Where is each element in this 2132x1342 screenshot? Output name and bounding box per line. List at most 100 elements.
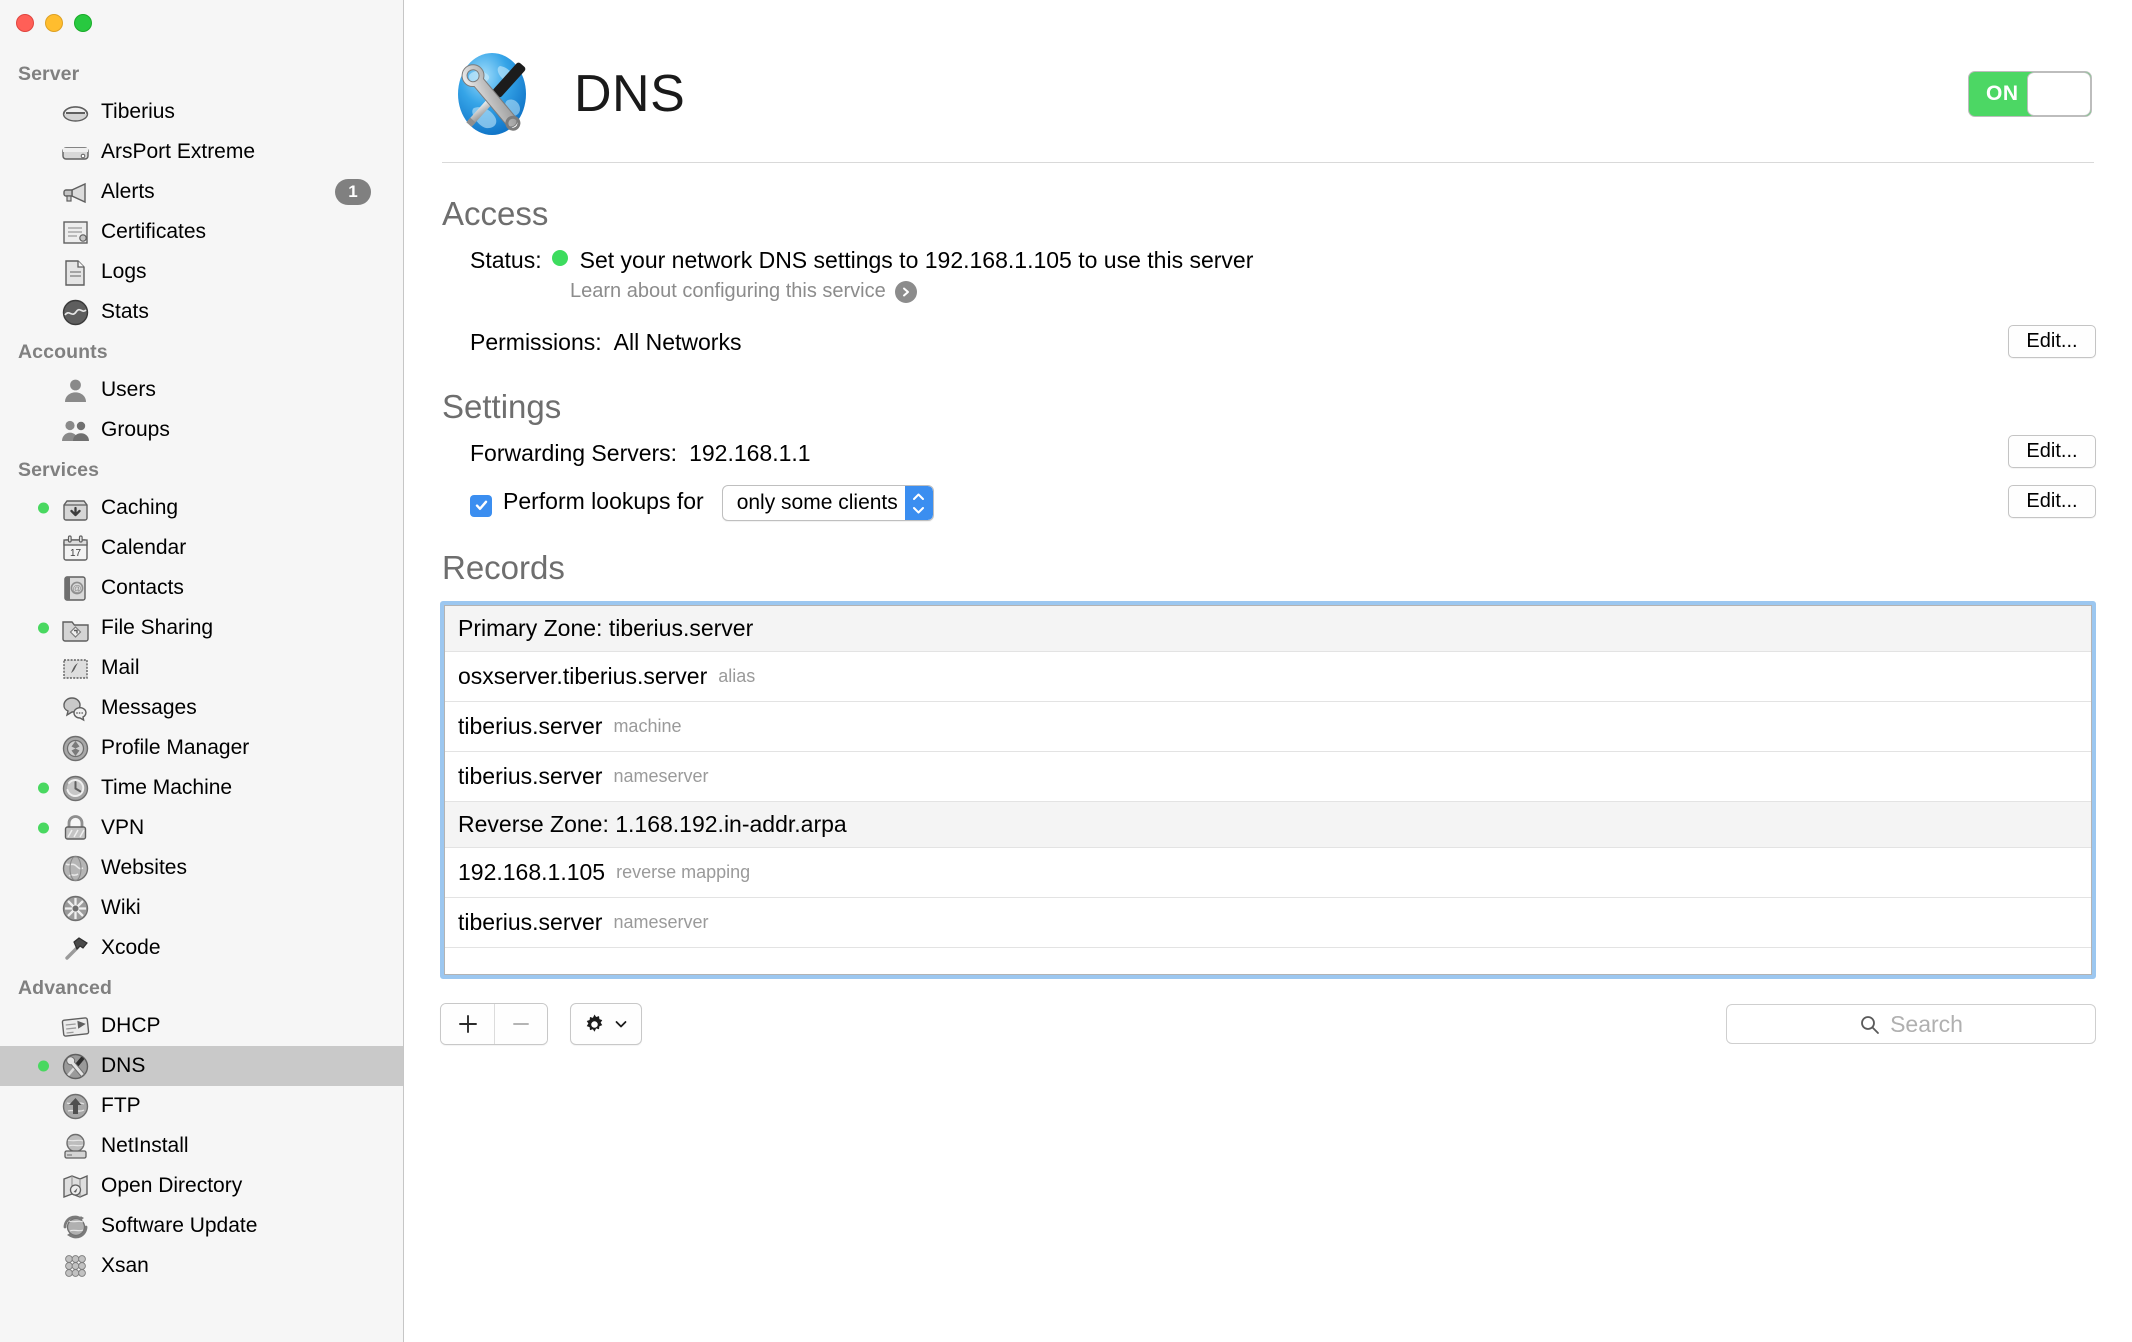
xsan-icon — [60, 1251, 91, 1282]
sidebar-item-tiberius[interactable]: Tiberius — [0, 92, 403, 132]
sidebar-item-label: FTP — [101, 1094, 141, 1117]
records-action-menu-button[interactable] — [570, 1003, 642, 1045]
zoom-button[interactable] — [74, 14, 92, 32]
sidebar-item-label: Logs — [101, 260, 147, 283]
toggle-state-label: ON — [1986, 82, 2019, 105]
perform-lookups-select[interactable]: only some clients — [721, 485, 934, 521]
gear-icon — [586, 1014, 603, 1032]
sidebar-item-profile-manager[interactable]: Profile Manager — [0, 728, 403, 768]
close-button[interactable] — [16, 14, 34, 32]
search-icon — [1861, 1015, 1879, 1034]
main-content: DNS ON Access Status: Set your network D… — [404, 0, 2132, 1342]
record-name: tiberius.server — [458, 763, 603, 789]
sidebar-item-certificates[interactable]: Certificates — [0, 212, 403, 252]
settings-section-title: Settings — [442, 388, 562, 425]
access-section-title: Access — [442, 195, 549, 232]
open-directory-icon — [60, 1171, 91, 1202]
sidebar-item-websites[interactable]: Websites — [0, 848, 403, 888]
calendar-icon: 17 — [60, 533, 91, 564]
sidebar-item-label: Certificates — [101, 220, 207, 243]
sidebar-group-title-server: Server — [18, 63, 80, 85]
records-table-row[interactable]: tiberius.server nameserver — [445, 752, 2091, 802]
status-row: Status: Set your network DNS settings to… — [440, 247, 2096, 274]
service-on-off-toggle[interactable]: ON — [1968, 71, 2092, 117]
profile-manager-icon — [60, 733, 91, 764]
forwarding-servers-value: 192.168.1.1 — [689, 440, 811, 466]
sidebar-item-groups[interactable]: Groups — [0, 410, 403, 450]
sidebar-item-file-sharing[interactable]: File Sharing — [0, 608, 403, 648]
netinstall-icon — [60, 1131, 91, 1162]
messages-icon — [60, 693, 91, 724]
sidebar-item-label: Open Directory — [101, 1174, 243, 1197]
sidebar-item-open-directory[interactable]: Open Directory — [0, 1166, 403, 1206]
records-toolbar: Search — [440, 1003, 2096, 1045]
sidebar-item-dhcp[interactable]: DHCP — [0, 1006, 403, 1046]
sidebar-item-logs[interactable]: Logs — [0, 252, 403, 292]
permissions-edit-button[interactable]: Edit... — [2008, 325, 2096, 358]
record-type: reverse mapping — [616, 862, 751, 882]
perform-lookups-checkbox[interactable] — [470, 494, 492, 517]
service-running-dot — [38, 502, 49, 514]
sidebar-item-software-update[interactable]: Software Update — [0, 1206, 403, 1246]
sidebar-item-contacts[interactable]: @ Contacts — [0, 568, 403, 608]
dns-globe-tools-icon — [448, 48, 540, 140]
sidebar-item-netinstall[interactable]: NetInstall — [0, 1126, 403, 1166]
learn-more-link[interactable]: Learn about configuring this service — [570, 280, 2096, 303]
add-remove-segmented-control — [440, 1003, 548, 1045]
minimize-button[interactable] — [45, 14, 63, 32]
records-zone-header-row[interactable]: Reverse Zone: 1.168.192.in-addr.arpa — [445, 802, 2091, 848]
sidebar-nav: Server Tiberius ArsPort Extreme Alerts 1 Cert… — [0, 0, 403, 1286]
caching-icon — [60, 493, 91, 524]
arrow-right-icon — [894, 280, 917, 303]
sidebar-item-calendar[interactable]: 17 Calendar — [0, 528, 403, 568]
records-table-row[interactable] — [445, 948, 2091, 974]
wiki-icon — [60, 893, 91, 924]
sidebar-item-vpn[interactable]: VPN — [0, 808, 403, 848]
sidebar-item-xsan[interactable]: Xsan — [0, 1246, 403, 1286]
perform-lookups-edit-button[interactable]: Edit... — [2008, 485, 2096, 518]
records-table-row[interactable]: tiberius.server nameserver — [445, 898, 2091, 948]
remove-record-button[interactable] — [494, 1004, 547, 1044]
sidebar-item-messages[interactable]: Messages — [0, 688, 403, 728]
record-type: nameserver — [613, 766, 709, 786]
sidebar-item-dns[interactable]: DNS — [0, 1046, 403, 1086]
globe-icon — [60, 853, 91, 884]
permissions-row: Permissions: All Networks Edit... — [440, 325, 2096, 358]
lock-icon — [60, 813, 91, 844]
server-icon — [60, 97, 91, 128]
records-zone-header-row[interactable]: Primary Zone: tiberius.server — [445, 606, 2091, 652]
records-table-row[interactable]: 192.168.1.105 reverse mapping — [445, 848, 2091, 898]
sidebar-item-xcode[interactable]: Xcode — [0, 928, 403, 968]
sidebar-item-label: Groups — [101, 418, 170, 441]
search-field[interactable]: Search — [1726, 1004, 2096, 1044]
sidebar-item-mail[interactable]: Mail — [0, 648, 403, 688]
record-type: nameserver — [613, 912, 709, 932]
sidebar-group-title-services: Services — [18, 459, 100, 481]
sidebar-item-wiki[interactable]: Wiki — [0, 888, 403, 928]
sidebar-item-label: ArsPort Extreme — [101, 140, 256, 163]
window-traffic-lights — [16, 14, 92, 32]
sidebar-item-label: VPN — [101, 816, 145, 839]
forwarding-servers-edit-button[interactable]: Edit... — [2008, 435, 2096, 468]
records-list[interactable]: Primary Zone: tiberius.server osxserver.t… — [440, 601, 2096, 979]
file-sharing-icon — [60, 613, 91, 644]
dhcp-icon — [60, 1011, 91, 1042]
records-table-row[interactable]: osxserver.tiberius.server alias — [445, 652, 2091, 702]
sidebar-item-users[interactable]: Users — [0, 370, 403, 410]
sidebar-item-time-machine[interactable]: Time Machine — [0, 768, 403, 808]
svg-text:17: 17 — [70, 548, 82, 559]
minus-icon — [513, 1023, 529, 1025]
sidebar-item-label: Caching — [101, 496, 179, 519]
sidebar-item-arsport-extreme[interactable]: ArsPort Extreme — [0, 132, 403, 172]
sidebar-item-ftp[interactable]: FTP — [0, 1086, 403, 1126]
certificate-icon — [60, 217, 91, 248]
sidebar-item-label: File Sharing — [101, 616, 214, 639]
sidebar-item-label: Profile Manager — [101, 736, 250, 759]
sidebar-item-alerts[interactable]: Alerts 1 — [0, 172, 403, 212]
permissions-value: All Networks — [613, 329, 742, 355]
records-table-row[interactable]: tiberius.server machine — [445, 702, 2091, 752]
add-record-button[interactable] — [441, 1004, 494, 1044]
dns-icon — [60, 1051, 91, 1082]
sidebar-item-stats[interactable]: Stats — [0, 292, 403, 332]
sidebar-item-caching[interactable]: Caching — [0, 488, 403, 528]
